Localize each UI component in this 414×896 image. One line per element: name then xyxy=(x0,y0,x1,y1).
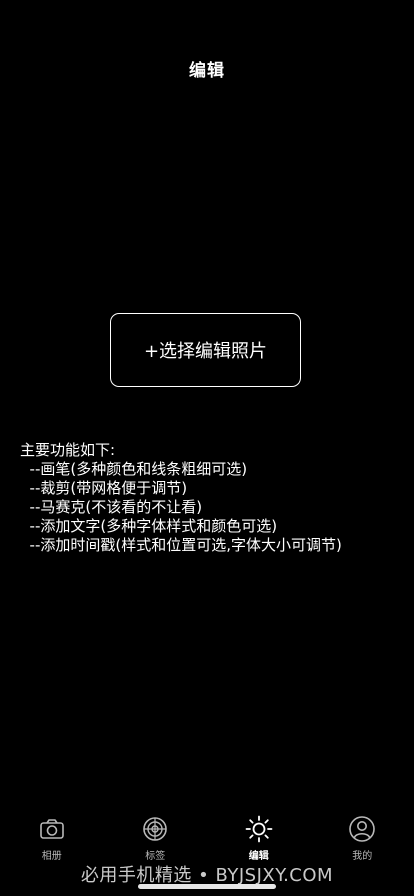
sun-icon xyxy=(245,815,273,843)
tab-mine-label: 我的 xyxy=(352,851,373,862)
home-indicator[interactable] xyxy=(138,884,276,889)
select-photo-button-label: +选择编辑照片 xyxy=(143,341,268,362)
tab-bar: 相册 标签 编辑 我的 xyxy=(0,815,414,865)
tab-album-label: 相册 xyxy=(41,851,62,862)
tab-edit[interactable]: 编辑 xyxy=(207,815,311,865)
feature-item-text: --添加文字(多种字体样式和颜色可选) xyxy=(20,517,278,535)
crosshair-icon xyxy=(143,817,168,841)
camera-icon xyxy=(39,819,64,839)
page-title: 编辑 xyxy=(189,61,225,81)
user-icon xyxy=(349,816,376,842)
tab-mine[interactable]: 我的 xyxy=(311,815,414,865)
feature-list: 主要功能如下: --画笔(多种颜色和线条粗细可选) --裁剪(带网格便于调节) … xyxy=(20,441,342,555)
tab-album[interactable]: 相册 xyxy=(0,815,104,865)
tab-tags[interactable]: 标签 xyxy=(104,815,208,865)
feature-item-brush: --画笔(多种颜色和线条粗细可选) xyxy=(20,460,248,478)
select-photo-button[interactable]: +选择编辑照片 xyxy=(110,313,301,387)
tab-tags-label: 标签 xyxy=(145,851,166,862)
feature-heading: 主要功能如下: xyxy=(20,441,116,459)
feature-item-timestamp: --添加时间戳(样式和位置可选,字体大小可调节) xyxy=(20,536,342,554)
tab-edit-label: 编辑 xyxy=(248,851,269,862)
feature-item-crop: --裁剪(带网格便于调节) xyxy=(20,479,188,497)
feature-item-mosaic: --马赛克(不该看的不让看) xyxy=(20,498,203,516)
